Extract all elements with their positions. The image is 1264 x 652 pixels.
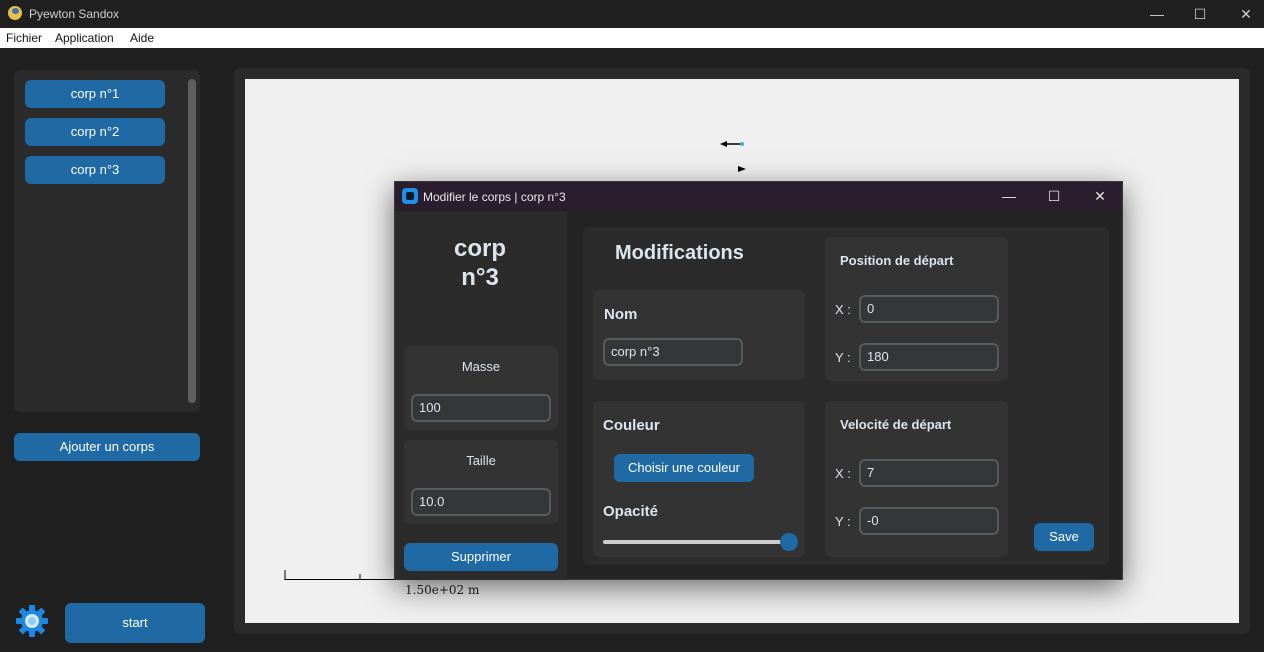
body-list: corp n°1 corp n°2 corp n°3: [14, 70, 200, 412]
menubar: Fichier Application Aide: [0, 28, 1264, 48]
color-label: Couleur: [603, 417, 660, 434]
start-velocity-panel: Velocité de départ X : 7 Y : -0: [825, 401, 1008, 557]
choose-color-button[interactable]: Choisir une couleur: [614, 454, 754, 482]
start-velocity-y-label: Y :: [835, 514, 851, 529]
save-button[interactable]: Save: [1034, 523, 1094, 551]
delete-button[interactable]: Supprimer: [404, 543, 558, 571]
start-velocity-y-input[interactable]: -0: [859, 507, 999, 535]
add-body-button[interactable]: Ajouter un corps: [14, 433, 200, 461]
scale-label: 1.50e+02 m: [405, 583, 480, 597]
dialog-title: Modifier le corps | corp n°3: [423, 190, 566, 204]
menu-application[interactable]: Application: [55, 31, 114, 45]
opacity-label: Opacité: [603, 503, 659, 520]
size-label: Taille: [466, 453, 496, 468]
mass-box: Masse 100: [404, 346, 558, 430]
size-box: Taille 10.0: [404, 440, 558, 524]
menu-aide[interactable]: Aide: [130, 31, 154, 45]
body-button-2[interactable]: corp n°2: [25, 118, 165, 146]
body-name-heading: corp n°3: [453, 235, 506, 291]
color-panel: Couleur Choisir une couleur Opacité: [593, 401, 805, 557]
start-position-x-input[interactable]: 0: [859, 295, 999, 323]
name-input[interactable]: corp n°3: [603, 338, 743, 366]
name-label: Nom: [604, 306, 638, 323]
body-button-1[interactable]: corp n°1: [25, 80, 165, 108]
modify-body-dialog: Modifier le corps | corp n°3 — ☐ ✕ corp …: [394, 181, 1123, 580]
opacity-slider-knob[interactable]: [780, 533, 798, 551]
body-velocity-arrows: [720, 141, 746, 172]
start-position-y-label: Y :: [835, 350, 851, 365]
size-input[interactable]: 10.0: [411, 488, 551, 516]
dialog-minimize-button[interactable]: —: [986, 182, 1032, 211]
start-velocity-label: Velocité de départ: [840, 417, 952, 432]
dialog-titlebar: Modifier le corps | corp n°3 — ☐ ✕: [395, 182, 1122, 211]
opacity-slider-track[interactable]: [603, 540, 789, 544]
start-button[interactable]: start: [65, 603, 205, 643]
dialog-maximize-button[interactable]: ☐: [1031, 182, 1077, 211]
body-list-scrollbar[interactable]: [188, 79, 196, 403]
mass-label: Masse: [461, 359, 501, 374]
close-button[interactable]: ✕: [1223, 0, 1264, 28]
minimize-button[interactable]: —: [1134, 0, 1180, 28]
maximize-button[interactable]: ☐: [1177, 0, 1223, 28]
start-velocity-x-label: X :: [835, 466, 851, 481]
body-summary-panel: corp n°3 Masse 100 Taille 10.0 Supprimer: [395, 211, 567, 580]
dialog-close-button[interactable]: ✕: [1077, 182, 1123, 211]
window-title: Pyewton Sandox: [29, 7, 120, 21]
modifications-title: Modifications: [615, 242, 744, 264]
python-icon: [8, 6, 22, 20]
start-position-y-input[interactable]: 180: [859, 343, 999, 371]
scale-bar: [284, 570, 399, 580]
gear-icon[interactable]: [15, 604, 49, 638]
app-window-icon: [402, 188, 418, 204]
modifications-panel: Modifications Nom corp n°3 Couleur Chois…: [583, 227, 1109, 565]
start-position-label: Position de départ: [840, 253, 954, 268]
start-position-panel: Position de départ X : 0 Y : 180: [825, 237, 1008, 381]
start-position-x-label: X :: [835, 302, 851, 317]
name-panel: Nom corp n°3: [593, 290, 805, 380]
menu-fichier[interactable]: Fichier: [6, 31, 42, 45]
window-titlebar: Pyewton Sandox — ☐ ✕: [0, 0, 1264, 28]
start-velocity-x-input[interactable]: 7: [859, 459, 999, 487]
mass-input[interactable]: 100: [411, 394, 551, 422]
body-button-3[interactable]: corp n°3: [25, 156, 165, 184]
